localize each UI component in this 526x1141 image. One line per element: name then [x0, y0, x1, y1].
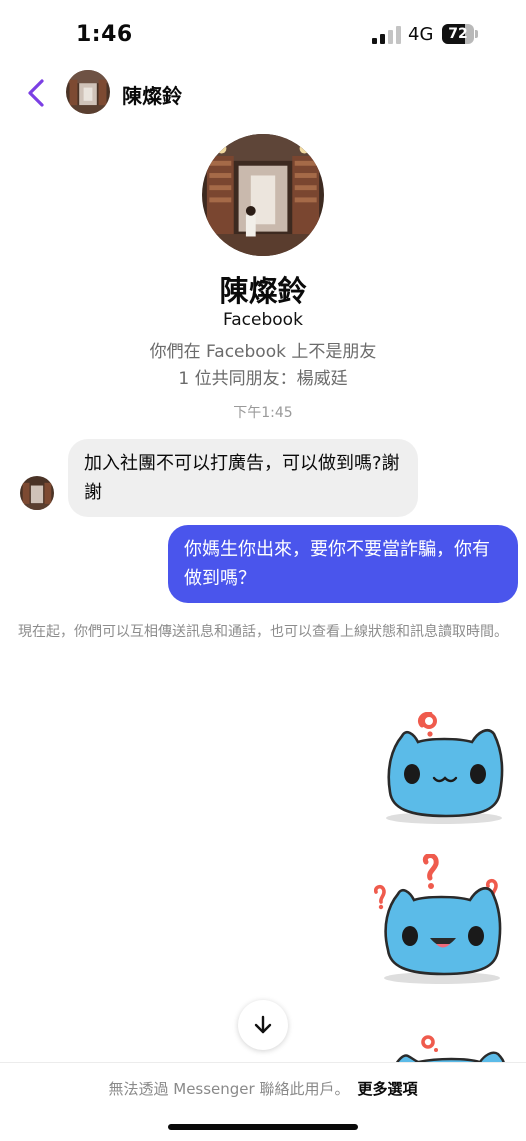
cannot-contact-message: 無法透過 Messenger 聯絡此用戶。 — [108, 1080, 350, 1098]
cat-sticker-icon[interactable] — [384, 712, 506, 824]
outgoing-message-bubble[interactable]: 你媽生你出來，要你不要當詐騙，你有做到嗎？ — [168, 525, 518, 603]
incoming-message-bubble[interactable]: 加入社團不可以打廣告，可以做到嗎?謝謝 — [68, 439, 418, 517]
bottom-notice: 無法透過 Messenger 聯絡此用戶。 更多選項 — [0, 1078, 526, 1099]
chat-notice: 現在起，你們可以互相傳送訊息和通話，也可以查看上線狀態和訊息讀取時間。 — [18, 624, 508, 640]
sender-avatar[interactable] — [20, 476, 54, 510]
more-options-link[interactable]: 更多選項 — [357, 1080, 417, 1098]
signal-strength-icon — [372, 26, 401, 44]
profile-name: 陳燦鈴 — [219, 274, 307, 308]
header-avatar[interactable] — [66, 70, 110, 114]
header-contact-name[interactable]: 陳燦鈴 — [122, 80, 182, 109]
cat-sticker-icon[interactable] — [374, 854, 506, 984]
profile-avatar[interactable] — [202, 134, 324, 256]
scroll-to-bottom-button[interactable] — [238, 1000, 288, 1050]
battery-icon: 72 — [442, 24, 478, 44]
friendship-status: 你們在 Facebook 上不是朋友 — [149, 342, 377, 362]
profile-platform: Facebook — [223, 310, 303, 330]
status-time: 1:46 — [76, 22, 133, 47]
arrow-down-icon — [254, 1015, 272, 1034]
mutual-friends[interactable]: 1 位共同朋友：楊威廷 — [0, 364, 526, 389]
battery-level: 72 — [448, 26, 468, 42]
home-indicator[interactable] — [168, 1124, 358, 1130]
chevron-left-icon[interactable] — [22, 76, 52, 110]
message-timestamp: 下午1:45 — [233, 405, 293, 421]
network-type: 4G — [408, 24, 434, 45]
cat-sticker-icon[interactable] — [392, 1034, 506, 1064]
